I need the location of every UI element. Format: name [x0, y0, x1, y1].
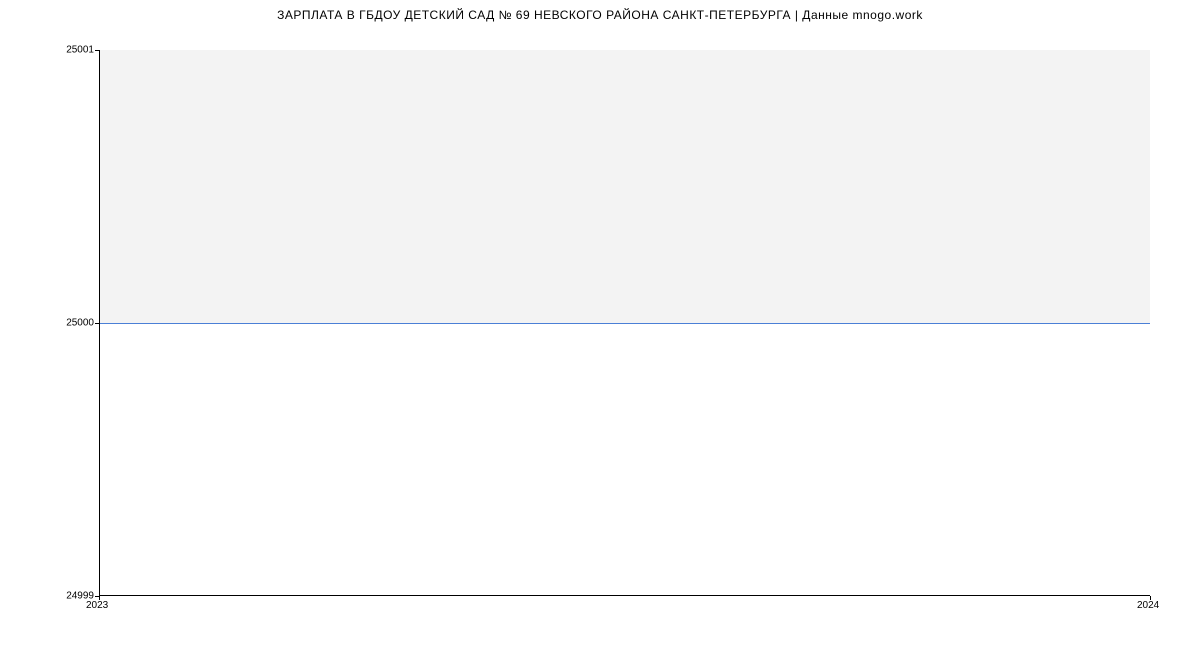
x-tick-label: 2023 — [86, 600, 108, 611]
x-tick-mark — [99, 596, 100, 600]
y-tick-mark — [95, 323, 99, 324]
y-tick-label: 25000 — [66, 318, 94, 329]
chart-title: ЗАРПЛАТА В ГБДОУ ДЕТСКИЙ САД № 69 НЕВСКО… — [0, 8, 1200, 22]
fill-region-upper — [100, 50, 1150, 323]
y-tick-mark — [95, 50, 99, 51]
y-tick-label: 25001 — [66, 45, 94, 56]
salary-line — [100, 323, 1150, 324]
salary-chart: ЗАРПЛАТА В ГБДОУ ДЕТСКИЙ САД № 69 НЕВСКО… — [0, 0, 1200, 650]
x-tick-label: 2024 — [1137, 600, 1159, 611]
fill-region-lower — [100, 323, 1150, 596]
plot-area — [99, 50, 1150, 596]
x-tick-mark — [1150, 596, 1151, 600]
